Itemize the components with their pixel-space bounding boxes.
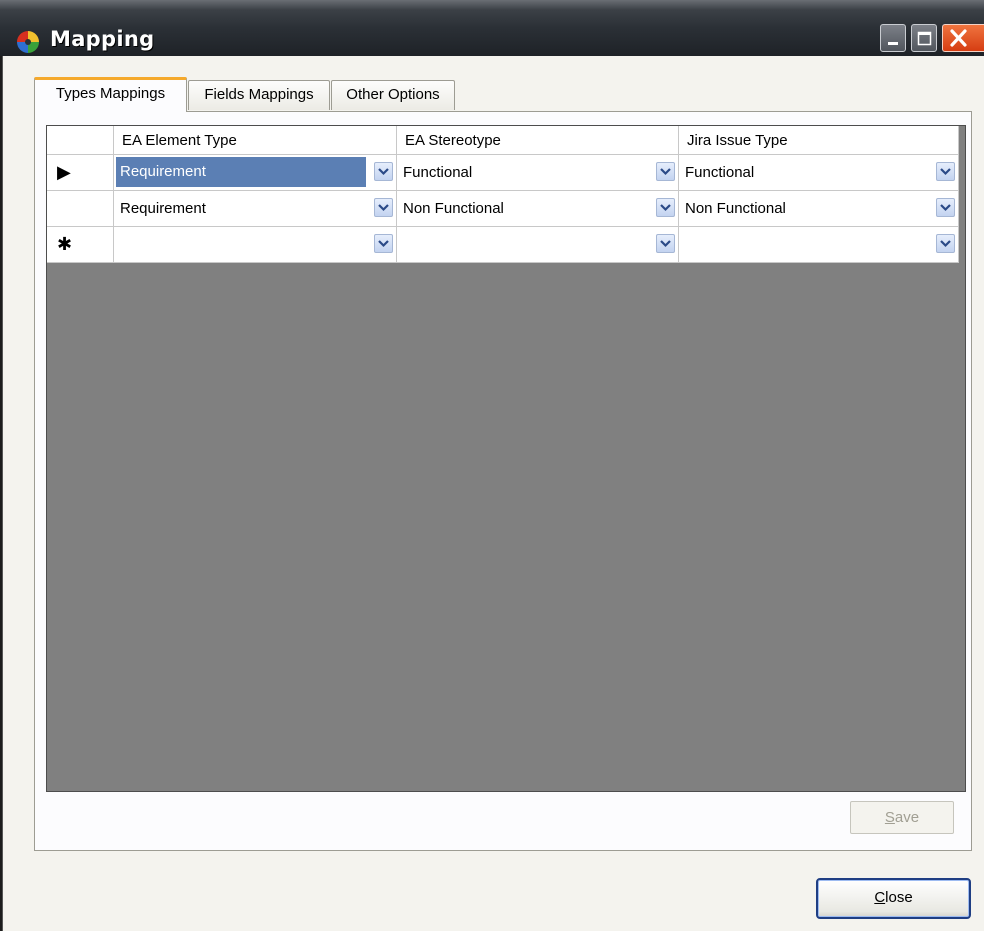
dropdown-button[interactable] — [936, 234, 955, 253]
app-logo-icon — [17, 31, 39, 53]
chevron-down-icon — [660, 168, 671, 176]
dropdown-button[interactable] — [374, 162, 393, 181]
cell-value: Non Functional — [403, 200, 504, 217]
dropdown-button[interactable] — [374, 234, 393, 253]
cell-value: Non Functional — [685, 200, 786, 217]
tab-types-mappings[interactable]: Types Mappings — [34, 77, 187, 112]
cell-value: Functional — [403, 164, 473, 181]
chevron-down-icon — [660, 240, 671, 248]
close-button[interactable]: Close — [816, 878, 971, 919]
column-header-ea-stereotype[interactable]: EA Stereotype — [397, 126, 679, 155]
close-mnemonic: C — [874, 889, 886, 906]
cell-value: Requirement — [116, 157, 366, 187]
save-label: ave — [894, 809, 920, 826]
ea-stereotype-cell[interactable] — [397, 227, 679, 263]
save-mnemonic: S — [884, 809, 895, 826]
dropdown-button[interactable] — [936, 162, 955, 181]
column-header-ea-element-type[interactable]: EA Element Type — [114, 126, 397, 155]
dropdown-button[interactable] — [656, 162, 675, 181]
save-button[interactable]: Save — [850, 801, 954, 834]
chevron-down-icon — [378, 204, 389, 212]
ea-stereotype-cell[interactable]: Functional — [397, 155, 679, 191]
column-header-jira-issue-type[interactable]: Jira Issue Type — [679, 126, 959, 155]
cell-value: Functional — [685, 164, 755, 181]
row-header[interactable] — [47, 191, 114, 227]
title-bar[interactable]: Mapping — [0, 0, 984, 56]
mappings-grid[interactable]: EA Element Type EA Stereotype Jira Issue… — [46, 125, 966, 792]
dropdown-button[interactable] — [656, 198, 675, 217]
dropdown-button[interactable] — [656, 234, 675, 253]
window-title: Mapping — [50, 27, 155, 51]
dropdown-button[interactable] — [936, 198, 955, 217]
chevron-down-icon — [940, 204, 951, 212]
minimize-button[interactable] — [880, 24, 906, 52]
ea-element-type-cell[interactable]: Requirement — [114, 155, 397, 191]
chevron-down-icon — [940, 240, 951, 248]
chevron-down-icon — [378, 240, 389, 248]
minimize-icon — [888, 42, 898, 45]
jira-issue-type-cell[interactable]: Functional — [679, 155, 959, 191]
chevron-down-icon — [378, 168, 389, 176]
jira-issue-type-cell[interactable] — [679, 227, 959, 263]
chevron-down-icon — [660, 204, 671, 212]
close-window-button[interactable] — [942, 24, 984, 52]
jira-issue-type-cell[interactable]: Non Functional — [679, 191, 959, 227]
row-header-current[interactable]: ▶ — [47, 155, 114, 191]
tab-other-options[interactable]: Other Options — [331, 80, 455, 110]
grid-corner-header — [47, 126, 114, 155]
chevron-down-icon — [940, 168, 951, 176]
window-border — [0, 56, 9, 931]
ea-element-type-cell[interactable]: Requirement — [114, 191, 397, 227]
new-row-header[interactable]: ✱ — [47, 227, 114, 263]
dropdown-button[interactable] — [374, 198, 393, 217]
tab-fields-mappings[interactable]: Fields Mappings — [188, 80, 330, 110]
maximize-icon — [917, 31, 932, 46]
maximize-button[interactable] — [911, 24, 937, 52]
close-label: lose — [885, 889, 913, 906]
close-icon — [950, 29, 967, 47]
cell-value: Requirement — [120, 200, 206, 217]
ea-element-type-cell[interactable] — [114, 227, 397, 263]
ea-stereotype-cell[interactable]: Non Functional — [397, 191, 679, 227]
mapping-window: Mapping Types Mappings Fields Mappings O… — [0, 0, 984, 931]
